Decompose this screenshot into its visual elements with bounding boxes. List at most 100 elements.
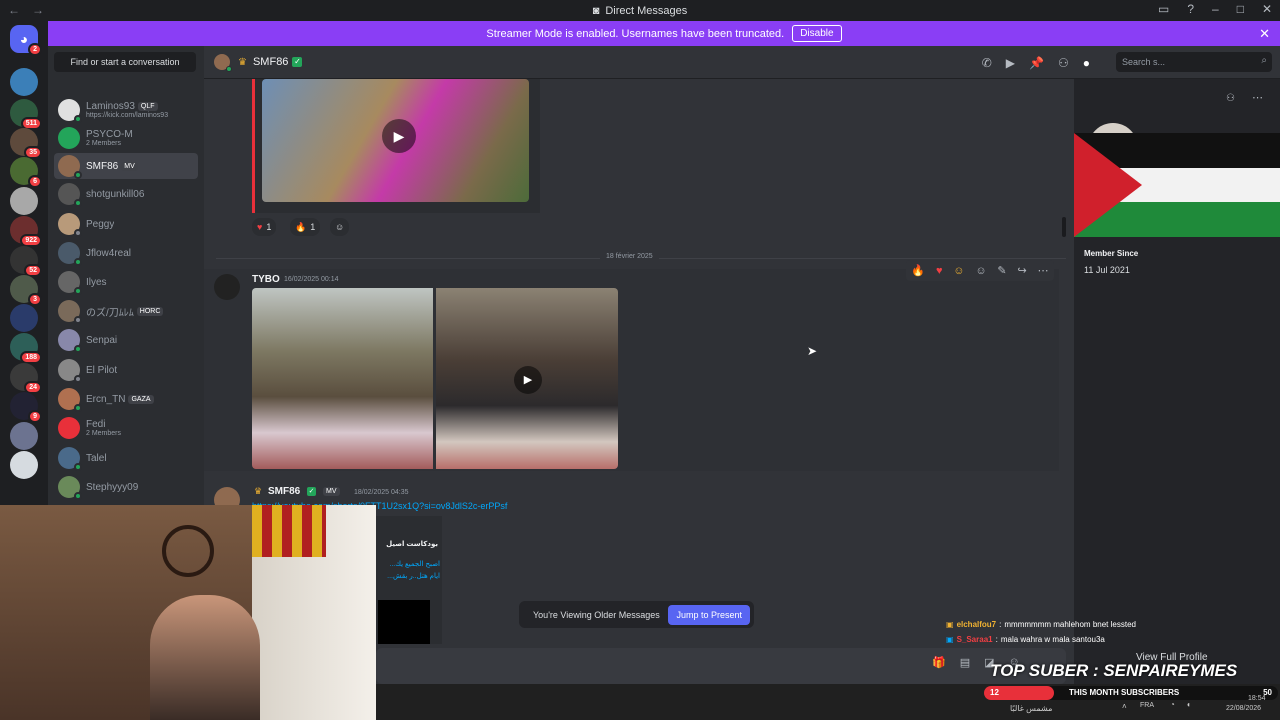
add-friends-icon[interactable]: ⚇ [1058, 56, 1069, 70]
server-icon[interactable]: 24 [10, 363, 42, 394]
find-conversation-button[interactable]: Find or start a conversation [54, 52, 196, 72]
server-icon[interactable]: 35 [10, 128, 42, 159]
add-reaction-icon[interactable]: ☺ [975, 265, 986, 277]
dm-item[interactable]: のズ/刀ﾑﾚﾑ HORC [54, 298, 198, 324]
dm-name: Senpai [86, 334, 118, 346]
status-dot [74, 229, 82, 237]
dm-item[interactable]: SMF86 MV [54, 153, 198, 179]
reaction-count: 1 [310, 222, 316, 232]
dm-item[interactable]: El Pilot [54, 357, 198, 383]
dm-item[interactable]: Fedi 2 Members [54, 415, 198, 441]
server-icon[interactable]: 9 [10, 392, 42, 423]
more-icon[interactable]: ⋯ [1038, 264, 1049, 277]
mention-badge: 9 [28, 410, 42, 423]
user-profile-icon[interactable]: ● [1083, 56, 1090, 70]
edit-icon[interactable]: ✎ [997, 264, 1006, 277]
dm-item[interactable]: Senpai [54, 327, 198, 353]
network-icon[interactable]: ◔ [1170, 700, 1175, 709]
status-dot [74, 375, 82, 383]
image-attachment[interactable] [252, 288, 433, 469]
heart-react-icon[interactable]: ♥ [936, 265, 943, 277]
laugh-react-icon[interactable]: ☺ [953, 265, 964, 277]
fire-react-icon[interactable]: 🔥 [911, 264, 925, 277]
mention-badge: 2 [28, 43, 42, 56]
server-icon[interactable]: 52 [10, 246, 42, 277]
dm-name-line: Senpai [86, 335, 117, 346]
call-icon[interactable]: ✆ [982, 56, 992, 70]
jump-to-present-button[interactable]: Jump to Present [668, 604, 750, 625]
dm-item[interactable]: Peggy [54, 211, 198, 237]
forward-icon[interactable]: ↪ [1017, 264, 1026, 277]
status-dot [74, 316, 82, 324]
disable-button[interactable]: Disable [792, 25, 842, 42]
back-arrow-icon[interactable]: ← [8, 3, 20, 17]
status-dot [74, 404, 82, 412]
server-icon[interactable]: 6 [10, 157, 42, 188]
status-dot [74, 258, 82, 266]
avatar[interactable] [214, 274, 240, 300]
search-input[interactable]: Search s... ⌕ [1116, 52, 1272, 72]
message-author[interactable]: SMF86 [268, 486, 300, 497]
dm-item[interactable]: Jflow4real [54, 240, 198, 266]
clock-date[interactable]: 22/08/2026 [1226, 705, 1261, 712]
server-icon[interactable] [10, 304, 38, 332]
server-icon[interactable]: 922 [10, 216, 42, 247]
dm-text: Talel [86, 453, 107, 464]
dm-item[interactable]: Stephyyy09 [54, 474, 198, 500]
dm-name-line: SMF86 MV [86, 161, 138, 172]
gif-icon[interactable]: ▤ [960, 656, 970, 669]
add-reaction-icon: ☺ [335, 222, 345, 232]
chat-header: ♛ SMF86 ✓ ✆ ▶ 📌 ⚇ ● Search s... ⌕ [204, 46, 1280, 79]
crown-icon: ♛ [254, 486, 263, 496]
dm-item[interactable]: Talel [54, 445, 198, 471]
dm-item[interactable]: Laminos93 QLF https://kick.com/laminos93 [54, 97, 198, 123]
gift-icon[interactable]: 🎁 [932, 656, 946, 669]
heart-icon: ♥ [257, 222, 263, 232]
server-icon[interactable]: 511 [10, 99, 42, 130]
server-icon[interactable] [10, 422, 38, 450]
embed-video[interactable] [378, 600, 430, 644]
close-banner-icon[interactable]: ✕ [1259, 26, 1270, 42]
server-icon[interactable] [10, 451, 38, 479]
server-icon[interactable]: 3 [10, 275, 42, 306]
server-icon[interactable] [10, 68, 38, 96]
scrollbar-thumb[interactable] [1062, 217, 1066, 237]
server-icon[interactable]: 188 [10, 333, 42, 364]
server-icon[interactable] [10, 187, 38, 215]
dm-item[interactable]: PSYCO-M 2 Members [54, 125, 198, 151]
play-icon[interactable]: ▶ [382, 119, 416, 153]
dm-name: Ercn_TN [86, 393, 126, 405]
dm-item[interactable]: Ilyes [54, 269, 198, 295]
avatar [58, 271, 82, 295]
dm-name-line: Peggy [86, 219, 114, 230]
embed-title[interactable]: بودكاست اصيل [386, 540, 438, 548]
pin-icon[interactable]: 📌 [1029, 56, 1044, 70]
title-bar: ← → ◙ Direct Messages ▭ ? – □ ✕ [0, 0, 1280, 21]
language-indicator[interactable]: FRA [1140, 702, 1154, 709]
dm-item[interactable]: shotgunkill06 [54, 181, 198, 207]
forward-arrow-icon[interactable]: → [32, 3, 44, 17]
subs-label: THIS MONTH SUBSCRIBERS [1069, 688, 1180, 697]
dm-text: Fedi 2 Members [86, 419, 121, 437]
volume-icon[interactable]: ◖ [1186, 700, 1191, 709]
more-icon[interactable]: ⋯ [1252, 91, 1263, 104]
reaction-heart[interactable]: ♥ 1 [252, 218, 277, 236]
close-window-icon[interactable]: ✕ [1262, 2, 1272, 16]
dm-item[interactable]: Ercn_TN GAZA [54, 386, 198, 412]
discord-home-icon[interactable]: ◕ 2 [10, 25, 42, 56]
chevron-up-icon[interactable]: ˄ [1122, 702, 1127, 711]
video-call-icon[interactable]: ▶ [1006, 56, 1015, 70]
message-author[interactable]: TYBO [252, 274, 280, 285]
inbox-icon[interactable]: ▭ [1158, 2, 1169, 16]
reaction-fire[interactable]: 🔥 1 [290, 218, 321, 236]
dm-name-line: El Pilot [86, 365, 117, 376]
add-reaction-button[interactable]: ☺ [330, 218, 350, 236]
minimize-icon[interactable]: – [1212, 2, 1219, 16]
chat-user: elchalfou7 [956, 620, 997, 629]
clock-time[interactable]: 18:54 [1248, 695, 1266, 702]
help-icon[interactable]: ? [1187, 2, 1194, 16]
status-dot [74, 171, 82, 179]
add-friend-icon[interactable]: ⚇ [1226, 93, 1235, 104]
maximize-icon[interactable]: □ [1237, 2, 1244, 16]
play-icon[interactable]: ▶ [514, 366, 542, 394]
